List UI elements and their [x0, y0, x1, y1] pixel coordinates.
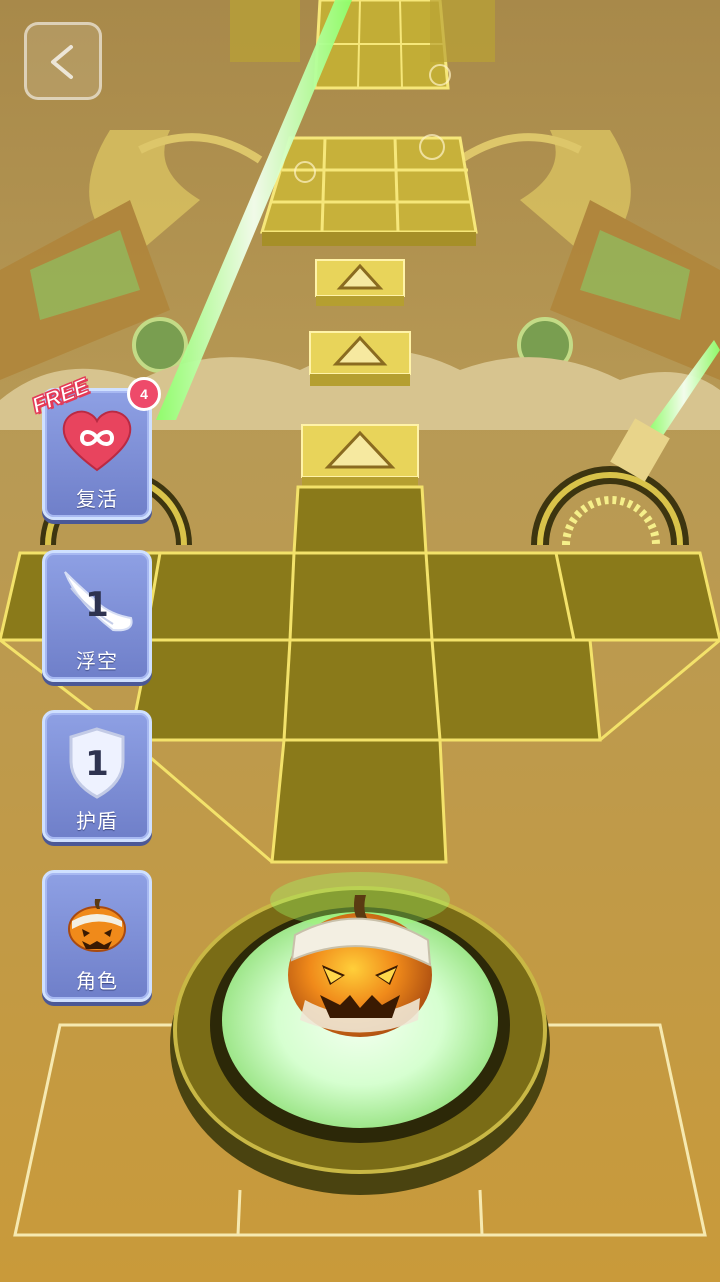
heart-infinity-icon [62, 410, 132, 472]
revive-count-badge: 4 [127, 377, 161, 411]
float-powerup-button[interactable]: 1 浮空 [42, 550, 152, 682]
revive-powerup-button[interactable]: 复活 FREE 4 [28, 372, 161, 520]
character-label: 角色 [76, 969, 118, 993]
float-label: 浮空 [76, 649, 118, 673]
revive-icon-wrap [51, 397, 143, 485]
pumpkin-icon [68, 899, 126, 952]
wing-icon: 1 [64, 571, 133, 632]
shield-icon-wrap: 1 [51, 719, 143, 807]
revive-label: 复活 [76, 487, 118, 511]
back-arrow-icon [51, 45, 73, 79]
shield-count: 1 [85, 744, 109, 784]
back-button[interactable] [24, 22, 102, 100]
character-icon-wrap [51, 879, 143, 967]
float-count: 1 [85, 585, 109, 625]
character-button[interactable]: 角色 [42, 870, 152, 1002]
float-icon-wrap: 1 [51, 559, 143, 647]
shield-icon: 1 [69, 727, 125, 799]
shield-powerup-button[interactable]: 1 护盾 [42, 710, 152, 842]
shield-label: 护盾 [76, 809, 118, 833]
